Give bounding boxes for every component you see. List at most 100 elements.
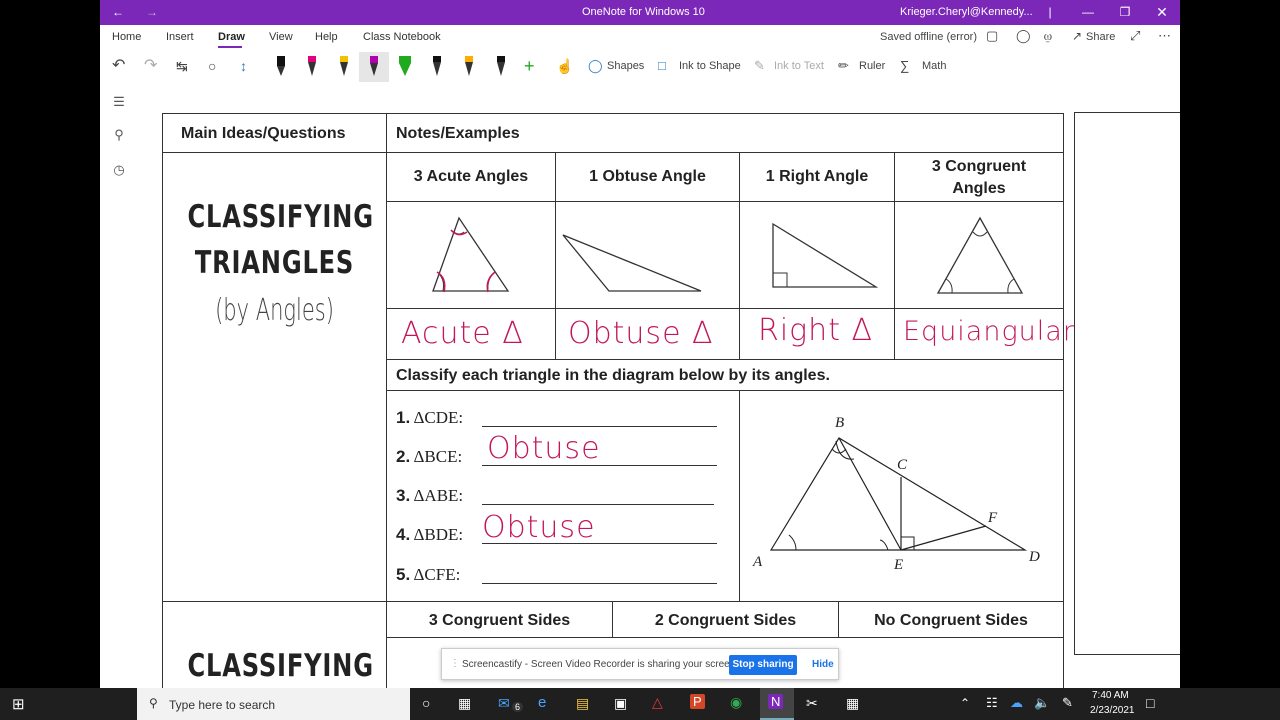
calculator-icon[interactable]: ▦	[846, 695, 859, 712]
snipping-icon[interactable]: ✂	[806, 695, 818, 712]
tab-class-notebook[interactable]: Class Notebook	[363, 31, 441, 43]
mail-icon[interactable]: ✉	[498, 695, 510, 712]
account-name[interactable]: Krieger.Cheryl@Kennedy...	[900, 0, 1033, 25]
minimize-icon[interactable]: —	[1078, 0, 1098, 25]
ink-to-text-button[interactable]: Ink to Text	[774, 54, 824, 78]
question-2-label: ΔBCE:	[413, 447, 463, 466]
insert-space-icon[interactable]: ↕	[240, 54, 247, 78]
obtuse-triangle-drawing	[562, 234, 702, 292]
section1-title-line1: CLASSIFYING	[187, 199, 374, 235]
ink-to-shape-icon[interactable]: □	[658, 54, 666, 78]
store-icon[interactable]: ▣	[614, 695, 627, 712]
label-F: F	[987, 510, 998, 526]
angle-col-1-label: 3 Acute Angles	[413, 168, 529, 185]
section1-title-cell: CLASSIFYING TRIANGLES (by Angles)	[162, 152, 387, 602]
onenote-icon[interactable]: N	[768, 694, 784, 709]
tab-insert[interactable]: Insert	[166, 31, 194, 43]
pen-rainbow-icon[interactable]	[460, 54, 478, 80]
shapes-icon[interactable]: ◯	[588, 54, 603, 78]
question-1: 1. ΔCDE:	[396, 408, 463, 428]
windows-taskbar: ⊞ ⚲ Type here to search ○ ▦ ✉ 6 e ▤ ▣ △ …	[0, 688, 1280, 720]
back-arrow-icon[interactable]: ←	[108, 0, 128, 25]
undo-icon[interactable]: ↶	[112, 54, 125, 78]
ink-to-text-icon[interactable]: ✎	[754, 54, 765, 78]
onenote-window: ← → OneNote for Windows 10 Krieger.Chery…	[100, 0, 1180, 688]
file-explorer-icon[interactable]: ▤	[576, 695, 589, 712]
taskbar-search-box[interactable]: ⚲ Type here to search	[137, 688, 410, 720]
onedrive-icon[interactable]: ☁	[1010, 695, 1023, 711]
question-4-label: ΔBDE:	[413, 525, 464, 544]
add-pen-icon[interactable]: +	[524, 54, 535, 78]
pen-black-3-icon[interactable]	[492, 54, 510, 80]
cortana-icon[interactable]: ○	[422, 695, 430, 711]
ribbon-tabs: Home Insert Draw View Help Class Noteboo…	[100, 25, 1180, 50]
handwritten-answer-2: Obtuse	[487, 431, 601, 466]
angle-col-4-label: 3 Congruent Angles	[931, 158, 1027, 197]
expand-icon[interactable]: ⤢	[1130, 28, 1140, 44]
volume-icon[interactable]: 🔈	[1034, 695, 1050, 711]
touch-draw-icon[interactable]: ☝	[556, 54, 573, 78]
bell-icon[interactable]: ⍹	[1044, 28, 1052, 44]
clock-time[interactable]: 7:40 AM	[1092, 690, 1129, 701]
shapes-button[interactable]: Shapes	[607, 54, 644, 78]
type-select-icon[interactable]: ↹	[176, 54, 188, 78]
pen-yellow-icon[interactable]	[335, 54, 353, 80]
lasso-select-icon[interactable]: ○	[208, 54, 216, 78]
clock-date[interactable]: 2/23/2021	[1090, 705, 1135, 716]
ruler-icon[interactable]: ✏	[838, 54, 849, 78]
pen-green-icon[interactable]	[396, 54, 414, 80]
notebook-icon[interactable]: ▢	[986, 28, 998, 44]
handwritten-obtuse: Obtuse Δ	[568, 316, 714, 351]
page-canvas[interactable]: Main Ideas/Questions Notes/Examples CLAS…	[138, 82, 1180, 688]
hide-button[interactable]: Hide	[812, 659, 834, 670]
chrome-icon[interactable]: ◉	[730, 694, 742, 711]
side-col-2-label: 2 Congruent Sides	[654, 612, 797, 629]
math-icon[interactable]: ∑	[900, 54, 909, 78]
right-name-cell: Right Δ	[739, 308, 895, 360]
windows-start-icon[interactable]: ⊞	[12, 695, 25, 713]
mail-badge: 6	[512, 702, 524, 712]
network-icon[interactable]: ☷	[986, 695, 998, 711]
math-button[interactable]: Math	[922, 54, 946, 78]
handwritten-acute: Acute Δ	[401, 316, 524, 351]
close-icon[interactable]: ✕	[1152, 0, 1172, 25]
pen-purple-icon[interactable]	[365, 54, 383, 80]
tray-chevron-icon[interactable]: ⌃	[960, 696, 970, 710]
question-1-label: ΔCDE:	[413, 408, 464, 427]
question-3: 3. ΔABE:	[396, 486, 463, 506]
forward-arrow-icon[interactable]: →	[142, 0, 162, 25]
restore-icon[interactable]: ❐	[1115, 0, 1135, 25]
tab-home[interactable]: Home	[112, 31, 141, 43]
pen-tray-icon[interactable]: ✎	[1062, 695, 1073, 711]
right-triangle-cell	[739, 201, 895, 309]
notifications-icon[interactable]: □	[1146, 695, 1154, 711]
drag-handle-icon[interactable]: ⋮	[450, 658, 460, 669]
search-icon[interactable]: ⚲	[111, 127, 127, 143]
edge-icon[interactable]: e	[538, 694, 546, 711]
stop-sharing-button[interactable]: Stop sharing	[729, 655, 797, 675]
pen-magenta-icon[interactable]	[303, 54, 321, 80]
ruler-button[interactable]: Ruler	[859, 54, 885, 78]
share-icon[interactable]: ↗	[1072, 29, 1082, 43]
tab-help[interactable]: Help	[315, 31, 338, 43]
answer-line-3[interactable]	[482, 504, 714, 505]
recent-icon[interactable]: ◷	[111, 162, 127, 178]
acrobat-icon[interactable]: △	[652, 694, 663, 711]
pen-black-icon[interactable]	[272, 54, 290, 80]
more-options-icon[interactable]: ⋯	[1158, 28, 1171, 44]
answer-line-1[interactable]	[482, 426, 717, 427]
sync-status[interactable]: Saved offline (error)	[880, 31, 977, 43]
powerpoint-icon[interactable]: P	[690, 694, 705, 709]
tab-view[interactable]: View	[269, 31, 293, 43]
notebooks-icon[interactable]: ☰	[111, 94, 127, 110]
tab-draw[interactable]: Draw	[218, 31, 245, 43]
acute-name-cell: Acute Δ	[386, 308, 556, 360]
answer-line-5[interactable]	[482, 583, 717, 584]
redo-icon[interactable]: ↷	[144, 54, 157, 78]
ink-to-shape-button[interactable]: Ink to Shape	[679, 54, 741, 78]
angle-col-2: 1 Obtuse Angle	[555, 152, 740, 202]
lightbulb-icon[interactable]: ◯	[1016, 28, 1031, 44]
share-button[interactable]: Share	[1086, 31, 1115, 43]
task-view-icon[interactable]: ▦	[458, 695, 471, 712]
pen-black-2-icon[interactable]	[428, 54, 446, 80]
